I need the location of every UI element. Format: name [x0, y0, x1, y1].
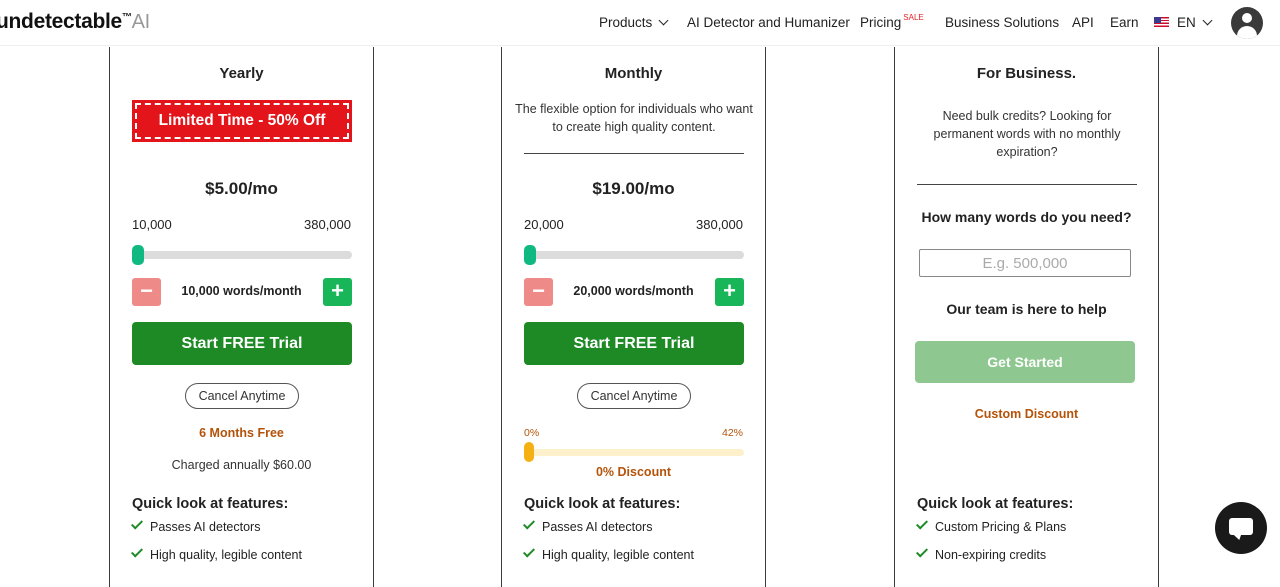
business-description: Need bulk credits? Looking for permanent… [933, 109, 1121, 159]
yearly-range-min: 10,000 [132, 217, 172, 232]
features-title: Quick look at features: [132, 496, 289, 512]
check-icon [522, 545, 536, 558]
cancel-anytime-badge: Cancel Anytime [577, 383, 691, 409]
feature-label: Passes AI detectors [150, 520, 261, 534]
us-flag-icon [1154, 17, 1169, 28]
brand-ai: AI [131, 11, 151, 33]
nav-api[interactable]: API [1072, 15, 1094, 30]
start-free-trial-button[interactable]: Start FREE Trial [524, 322, 744, 365]
business-title: For Business. [976, 65, 1077, 82]
yearly-price: $5.00/mo [205, 179, 278, 198]
get-started-button[interactable]: Get Started [915, 341, 1135, 383]
slider-thumb[interactable] [524, 245, 536, 265]
check-icon [130, 517, 144, 530]
feature-label: Custom Pricing & Plans [935, 520, 1067, 534]
nav-business-solutions[interactable]: Business Solutions [945, 15, 1059, 30]
features-title: Quick look at features: [917, 496, 1074, 512]
feature-item: Passes AI detectors [522, 517, 653, 534]
custom-discount-label: Custom Discount [974, 407, 1079, 421]
nav-earn[interactable]: Earn [1110, 15, 1139, 30]
months-free-label: 6 Months Free [199, 426, 284, 440]
monthly-plan-card: Monthly The flexible option for individu… [501, 47, 766, 587]
monthly-range-max: 380,000 [696, 217, 743, 232]
feature-label: High quality, legible content [150, 548, 302, 562]
feature-item: Non-expiring credits [915, 545, 1047, 562]
discount-slider[interactable] [524, 442, 744, 462]
increase-button[interactable]: + [323, 278, 352, 306]
monthly-description: The flexible option for individuals who … [515, 102, 753, 134]
feature-label: Non-expiring credits [935, 548, 1047, 562]
check-icon [522, 517, 536, 530]
check-icon [915, 545, 929, 558]
check-icon [130, 545, 144, 558]
nav-pricing[interactable]: Pricing SALE [860, 13, 924, 30]
nav-products[interactable]: Products [599, 15, 669, 30]
nav-ai-detector[interactable]: AI Detector and Humanizer [687, 15, 850, 30]
feature-label: Passes AI detectors [542, 520, 653, 534]
monthly-title: Monthly [604, 65, 663, 82]
brand-logo[interactable]: undetectable™AI [0, 10, 150, 34]
chat-icon[interactable] [1215, 502, 1267, 554]
words-needed-input[interactable] [919, 249, 1131, 277]
nav-earn-label: Earn [1110, 15, 1139, 30]
feature-label: High quality, legible content [542, 548, 694, 562]
divider [524, 153, 744, 154]
language-selector[interactable]: EN [1154, 15, 1213, 30]
business-plan-card: For Business. Need bulk credits? Looking… [894, 47, 1159, 587]
discount-max-label: 42% [721, 427, 743, 439]
feature-item: Passes AI detectors [130, 517, 261, 534]
cancel-anytime-badge: Cancel Anytime [185, 383, 299, 409]
discount-slider-thumb[interactable] [524, 442, 534, 462]
increase-button[interactable]: + [715, 278, 744, 306]
help-text: Our team is here to help [946, 301, 1107, 317]
sale-badge: SALE [903, 13, 924, 22]
nav-business-label: Business Solutions [945, 15, 1060, 30]
nav-api-label: API [1072, 15, 1094, 30]
features-title: Quick look at features: [524, 496, 681, 512]
yearly-range-max: 380,000 [304, 217, 351, 232]
monthly-range-min: 20,000 [524, 217, 564, 232]
user-avatar-icon[interactable] [1231, 7, 1263, 39]
top-navigation-bar: undetectable™AI Products AI Detector and… [0, 0, 1280, 46]
charged-annually-label: Charged annually $60.00 [171, 458, 312, 472]
slider-thumb[interactable] [132, 245, 144, 265]
discount-min-label: 0% [524, 427, 540, 439]
nav-ai-detector-label: AI Detector and Humanizer [687, 15, 850, 30]
trademark-symbol: ™ [121, 12, 132, 23]
monthly-price: $19.00/mo [592, 179, 675, 198]
brand-name: undetectable [0, 10, 122, 33]
yearly-words-slider[interactable] [132, 245, 352, 265]
check-icon [915, 517, 929, 530]
monthly-words-slider[interactable] [524, 245, 744, 265]
feature-item: High quality, legible content [522, 545, 694, 562]
divider [917, 184, 1137, 185]
start-free-trial-button[interactable]: Start FREE Trial [132, 322, 352, 365]
feature-item: High quality, legible content [130, 545, 302, 562]
nav-products-label: Products [599, 15, 653, 30]
yearly-title: Yearly [219, 65, 264, 82]
chevron-down-icon [658, 15, 669, 26]
yearly-plan-card: Yearly Limited Time - 50% Off $5.00/mo 1… [109, 47, 374, 587]
badge-label: Limited Time - 50% Off [158, 112, 326, 129]
nav-pricing-label: Pricing [860, 15, 902, 30]
discount-value: 0% Discount [595, 465, 671, 479]
limited-time-badge: Limited Time - 50% Off [132, 100, 352, 142]
words-question: How many words do you need? [921, 209, 1132, 225]
language-label: EN [1177, 15, 1196, 30]
chevron-down-icon [1202, 15, 1213, 26]
feature-item: Custom Pricing & Plans [915, 517, 1067, 534]
